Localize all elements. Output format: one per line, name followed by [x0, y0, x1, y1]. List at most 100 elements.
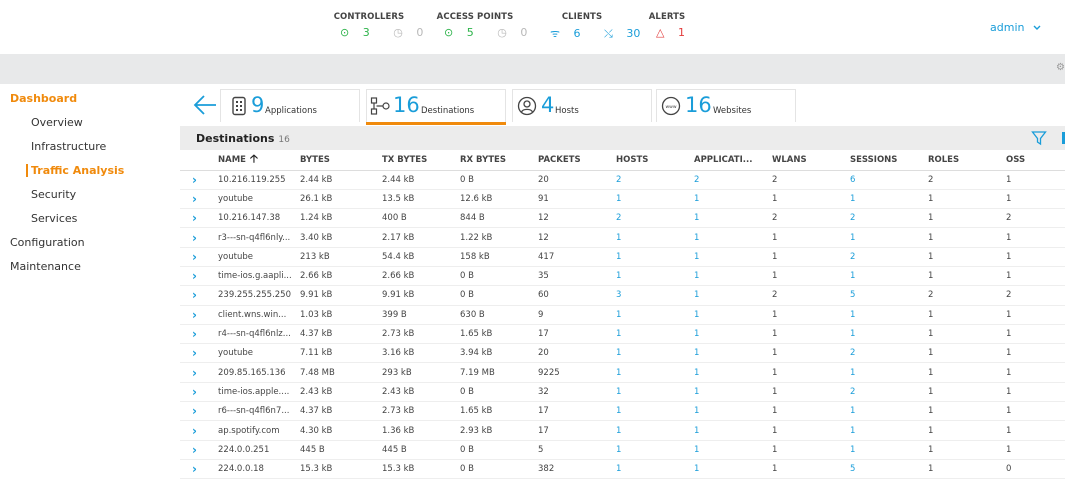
- table-row[interactable]: › 239.255.255.250 9.91 kB 9.91 kB 0 B 60 3 1 2 5 2…: [180, 285, 1065, 306]
- cell-sessions[interactable]: 6: [844, 170, 922, 190]
- cell-sessions[interactable]: 1: [844, 305, 922, 325]
- tab-applications[interactable]: 9 Applications: [220, 89, 360, 122]
- column-header-tx-bytes[interactable]: TX BYTES: [376, 150, 454, 171]
- table-row[interactable]: › 224.0.0.18 15.3 kB 15.3 kB 0 B 382 1 1 1 5 1 0: [180, 459, 1065, 480]
- table-row[interactable]: › r4---sn-q4fl6nlz... 4.37 kB 2.73 kB 1.65 k…: [180, 324, 1065, 345]
- expand-chevron-icon[interactable]: ›: [180, 362, 212, 383]
- table-row[interactable]: › 10.216.147.38 1.24 kB 400 B 844 B 12 2 1 2 2 1 2: [180, 208, 1065, 229]
- cell-hosts[interactable]: 1: [610, 459, 688, 480]
- column-header-hosts[interactable]: HOSTS: [610, 150, 688, 171]
- cell-hosts[interactable]: 1: [610, 362, 688, 383]
- column-header-packets[interactable]: PACKETS: [532, 150, 610, 171]
- column-header-roles[interactable]: ROLES: [922, 150, 1000, 171]
- cell-applications[interactable]: 1: [688, 227, 766, 248]
- sidebar-item-traffic-analysis[interactable]: Traffic Analysis: [26, 164, 124, 177]
- cell-sessions[interactable]: 1: [844, 227, 922, 248]
- cell-hosts[interactable]: 1: [610, 420, 688, 441]
- clients-stat[interactable]: CLIENTS ᯤ 6 ⤯ 30: [540, 12, 640, 41]
- column-header-sessions[interactable]: SESSIONS: [844, 150, 922, 171]
- table-row[interactable]: › r6---sn-q4fl6n7... 4.37 kB 2.73 kB 1.65 kB…: [180, 401, 1065, 422]
- access-points-stat[interactable]: ACCESS POINTS ⊙ 5 ◷ 0: [434, 12, 528, 39]
- cell-applications[interactable]: 2: [688, 170, 766, 190]
- column-header-wlans[interactable]: WLANS: [766, 150, 844, 171]
- cell-sessions[interactable]: 1: [844, 324, 922, 345]
- expand-chevron-icon[interactable]: ›: [180, 247, 212, 267]
- column-header-oss[interactable]: OSS: [1000, 150, 1065, 171]
- expand-chevron-icon[interactable]: ›: [180, 440, 212, 460]
- table-row[interactable]: › time-ios.apple.... 2.43 kB 2.43 kB 0 B 32 1 1…: [180, 382, 1065, 403]
- cell-applications[interactable]: 1: [688, 459, 766, 480]
- cell-sessions[interactable]: 5: [844, 459, 922, 480]
- cell-applications[interactable]: 1: [688, 208, 766, 229]
- table-row[interactable]: › time-ios.g.aapli... 2.66 kB 2.66 kB 0 B 35 1…: [180, 266, 1065, 287]
- cell-hosts[interactable]: 1: [610, 189, 688, 210]
- cell-hosts[interactable]: 1: [610, 305, 688, 325]
- sidebar-item-dashboard[interactable]: Dashboard: [10, 92, 77, 105]
- cell-applications[interactable]: 1: [688, 420, 766, 441]
- filter-icon[interactable]: [1031, 130, 1047, 146]
- expand-chevron-icon[interactable]: ›: [180, 305, 212, 325]
- cell-sessions[interactable]: 1: [844, 401, 922, 422]
- cell-sessions[interactable]: 1: [844, 189, 922, 210]
- cell-hosts[interactable]: 1: [610, 401, 688, 422]
- expand-chevron-icon[interactable]: ›: [180, 189, 212, 210]
- settings-icon[interactable]: ⚙: [1056, 62, 1065, 73]
- cell-sessions[interactable]: 1: [844, 362, 922, 383]
- alerts-stat[interactable]: ALERTS △ 1: [646, 12, 688, 39]
- expand-chevron-icon[interactable]: ›: [180, 459, 212, 480]
- sidebar-item-maintenance[interactable]: Maintenance: [10, 260, 81, 273]
- expand-chevron-icon[interactable]: ›: [180, 343, 212, 364]
- cell-hosts[interactable]: 1: [610, 343, 688, 364]
- cell-hosts[interactable]: 3: [610, 285, 688, 306]
- table-row[interactable]: › 209.85.165.136 7.48 MB 293 kB 7.19 MB 9225 1…: [180, 362, 1065, 383]
- cell-sessions[interactable]: 2: [844, 343, 922, 364]
- cell-hosts[interactable]: 2: [610, 170, 688, 190]
- cell-sessions[interactable]: 2: [844, 247, 922, 267]
- cell-applications[interactable]: 1: [688, 324, 766, 345]
- table-row[interactable]: › r3---sn-q4fl6nly... 3.40 kB 2.17 kB 1.22 k…: [180, 227, 1065, 248]
- table-row[interactable]: › youtube 7.11 kB 3.16 kB 3.94 kB 20 1 1 1 2 1 1: [180, 343, 1065, 364]
- sidebar-item-configuration[interactable]: Configuration: [10, 236, 85, 249]
- cell-hosts[interactable]: 1: [610, 266, 688, 287]
- cell-sessions[interactable]: 1: [844, 266, 922, 287]
- back-arrow-icon[interactable]: [192, 92, 218, 118]
- table-row[interactable]: › 10.216.119.255 2.44 kB 2.44 kB 0 B 20 2 2 2 6 2 1: [180, 170, 1065, 190]
- sidebar-item-security[interactable]: Security: [31, 188, 76, 201]
- cell-hosts[interactable]: 2: [610, 208, 688, 229]
- cell-applications[interactable]: 1: [688, 440, 766, 460]
- expand-chevron-icon[interactable]: ›: [180, 420, 212, 441]
- user-menu[interactable]: admin: [990, 21, 1041, 34]
- cell-applications[interactable]: 1: [688, 266, 766, 287]
- expand-chevron-icon[interactable]: ›: [180, 208, 212, 229]
- cell-sessions[interactable]: 1: [844, 440, 922, 460]
- controllers-stat[interactable]: CONTROLLERS ⊙ 3 ◷ 0: [330, 12, 424, 39]
- cell-sessions[interactable]: 2: [844, 208, 922, 229]
- expand-chevron-icon[interactable]: ›: [180, 324, 212, 345]
- cell-hosts[interactable]: 1: [610, 382, 688, 403]
- cell-hosts[interactable]: 1: [610, 247, 688, 267]
- table-row[interactable]: › ap.spotify.com 4.30 kB 1.36 kB 2.93 kB 17 1 1…: [180, 420, 1065, 441]
- cell-applications[interactable]: 1: [688, 247, 766, 267]
- cell-sessions[interactable]: 5: [844, 285, 922, 306]
- expand-chevron-icon[interactable]: ›: [180, 285, 212, 306]
- table-row[interactable]: › youtube 213 kB 54.4 kB 158 kB 417 1 1 1 2 1 1: [180, 247, 1065, 267]
- expand-chevron-icon[interactable]: ›: [180, 382, 212, 403]
- column-header-bytes[interactable]: BYTES: [294, 150, 376, 171]
- column-header-name[interactable]: NAME 🡡: [212, 150, 294, 171]
- expand-chevron-icon[interactable]: ›: [180, 227, 212, 248]
- cell-hosts[interactable]: 1: [610, 440, 688, 460]
- cell-applications[interactable]: 1: [688, 401, 766, 422]
- cell-hosts[interactable]: 1: [610, 324, 688, 345]
- cell-applications[interactable]: 1: [688, 362, 766, 383]
- sidebar-item-overview[interactable]: Overview: [31, 116, 83, 129]
- cell-hosts[interactable]: 1: [610, 227, 688, 248]
- table-row[interactable]: › 224.0.0.251 445 B 445 B0 B5111111: [180, 440, 1065, 460]
- cell-applications[interactable]: 1: [688, 285, 766, 306]
- cell-applications[interactable]: 1: [688, 343, 766, 364]
- cell-applications[interactable]: 1: [688, 382, 766, 403]
- cell-applications[interactable]: 1: [688, 305, 766, 325]
- tab-destinations[interactable]: 16 Destinations: [366, 89, 506, 125]
- expand-chevron-icon[interactable]: ›: [180, 170, 212, 190]
- cell-sessions[interactable]: 1: [844, 420, 922, 441]
- column-header-applications[interactable]: APPLICATI...: [688, 150, 766, 171]
